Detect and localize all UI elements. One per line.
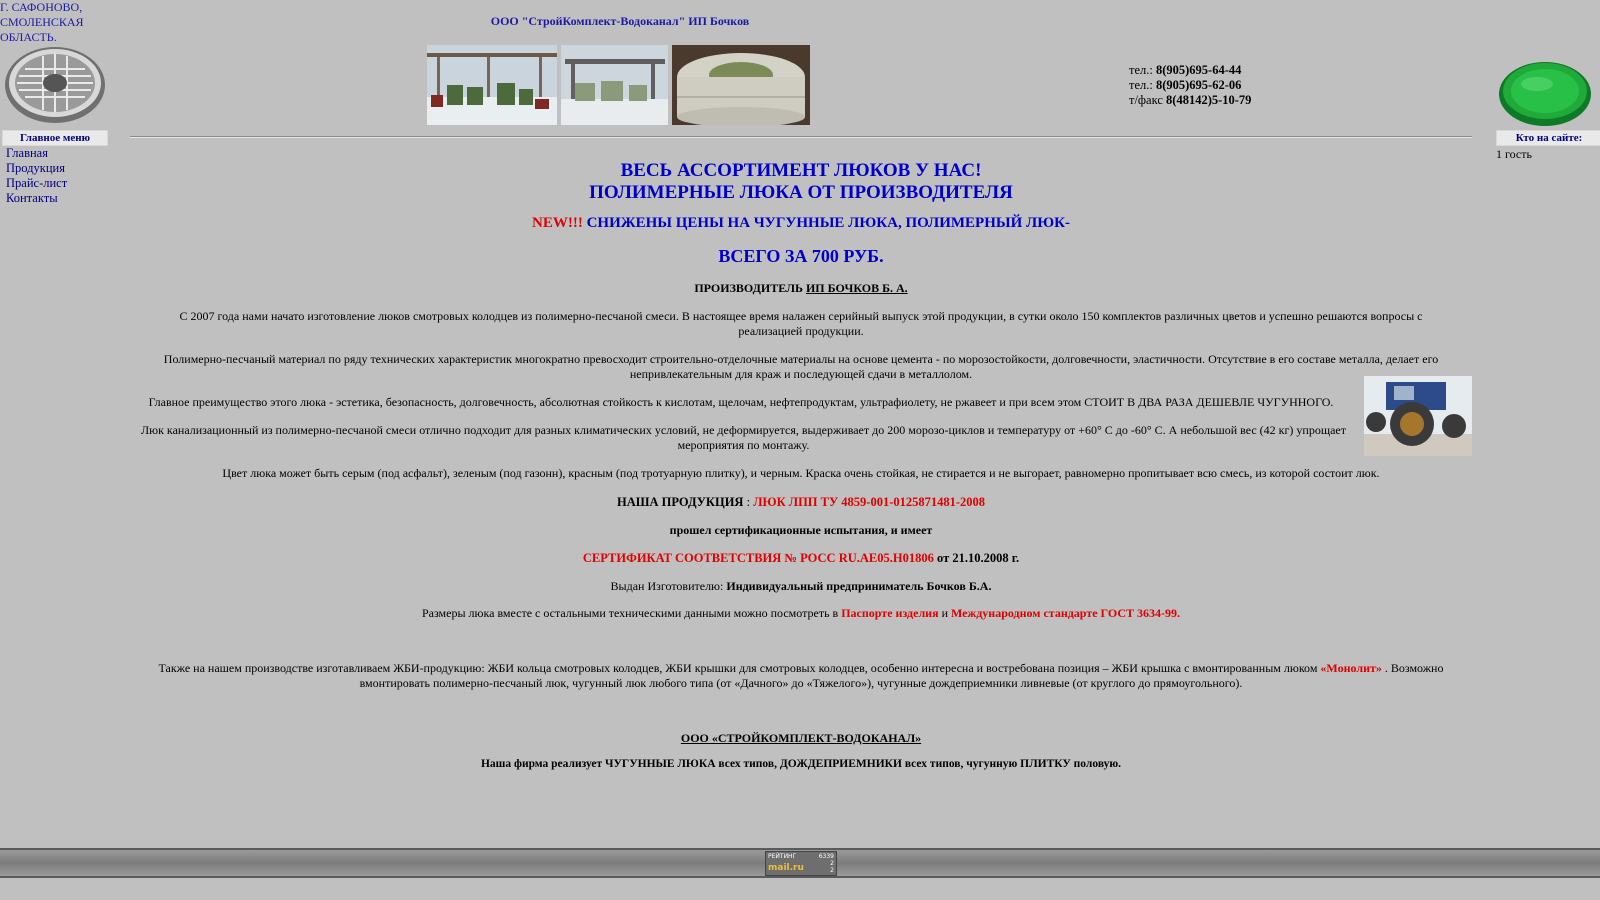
main-menu-heading: Главное меню xyxy=(2,130,108,146)
paragraph-gbi-products: Также на нашем производстве изготавливае… xyxy=(158,661,1444,690)
paragraph-colors: Цвет люка может быть серым (под асфальт)… xyxy=(222,466,1380,480)
phone-number: 8(905)695-64-44 xyxy=(1155,63,1242,77)
paragraph-advantages: Главное преимущество этого люка - эстети… xyxy=(148,395,1334,409)
product-label: НАША ПРОДУКЦИЯ xyxy=(616,495,744,509)
header-divider xyxy=(130,136,1472,138)
phone-number: 8(905)695-62-06 xyxy=(1155,78,1242,92)
passport-link[interactable]: Паспорте изделия xyxy=(841,606,938,620)
warehouse-photo-1 xyxy=(427,45,557,125)
menu-item-contacts[interactable]: Контакты xyxy=(6,191,67,206)
gray-manhole-cover-image xyxy=(5,47,105,123)
menu-item-price-list[interactable]: Прайс-лист xyxy=(6,176,67,191)
main-content: ВЕСЬ АССОРТИМЕНТ ЛЮКОВ У НАС! ПОЛИМЕРНЫЕ… xyxy=(130,160,1472,772)
fax-number: 8(48142)5-10-79 xyxy=(1166,93,1252,107)
product-line: НАША ПРОДУКЦИЯ : ЛЮК ЛПП ТУ 4859-001-012… xyxy=(616,495,986,509)
contact-line: тел.: 8(905)695-62-06 xyxy=(1129,78,1242,92)
paragraph-material: Полимерно-песчаный материал по ряду техн… xyxy=(163,352,1439,381)
certificate-line: СЕРТИФИКАТ СООТВЕТСТВИЯ № РОСС RU.АЕ05.Н… xyxy=(582,551,1020,565)
monolit-link[interactable]: «Монолит» xyxy=(1320,661,1381,675)
gost-standard-link[interactable]: Международном стандарте ГОСТ 3634-99. xyxy=(951,606,1180,620)
certification-line: прошел сертификационные испытания, и име… xyxy=(669,523,933,537)
menu-item-products[interactable]: Продукция xyxy=(6,161,67,176)
main-menu: Главная Продукция Прайс-лист Контакты xyxy=(6,146,67,206)
paragraph-climate: Люк канализационный из полимерно-песчано… xyxy=(140,423,1346,452)
who-online-heading: Кто на сайте: xyxy=(1496,130,1600,146)
firm-name: ООО «СТРОЙКОМПЛЕКТ-ВОДОКАНАЛ» xyxy=(680,731,922,745)
sizes-line: Размеры люка вместе с остальными техниче… xyxy=(421,606,1181,620)
warehouse-photo-2 xyxy=(561,45,668,125)
certificate-number: СЕРТИФИКАТ СООТВЕТСТВИЯ № РОСС RU.АЕ05.Н… xyxy=(582,551,934,565)
contact-line: тел.: 8(905)695-64-44 xyxy=(1129,63,1242,77)
price-headline: ВСЕГО ЗА 700 РУБ. xyxy=(718,246,884,266)
new-badge: NEW!!! xyxy=(532,215,583,231)
producer-line: ПРОИЗВОДИТЕЛЬ ИП БОЧКОВ Б. А. xyxy=(694,281,908,295)
new-prices-line: NEW!!! СНИЖЕНЫ ЦЕНЫ НА ЧУГУННЫЕ ЛЮКА, ПО… xyxy=(130,216,1472,231)
headline-manufacturer: ПОЛИМЕРНЫЕ ЛЮКА ОТ ПРОИЗВОДИТЕЛЯ xyxy=(589,182,1013,203)
counter-label: РЕЙТИНГ xyxy=(768,853,797,860)
contacts-block: тел.: 8(905)695-64-44 тел.: 8(905)695-62… xyxy=(1129,63,1251,108)
firm-description: Наша фирма реализует ЧУГУННЫЕ ЛЮКА всех … xyxy=(480,758,1122,770)
location-text: Г. САФОНОВО, СМОЛЕНСКАЯ ОБЛАСТЬ. xyxy=(0,0,84,44)
counter-number: 6339 xyxy=(818,853,834,860)
mailru-rating-counter[interactable]: РЕЙТИНГ 6339 mail.ru 2 2 xyxy=(765,851,837,876)
issued-line: Выдан Изготовителю: Индивидуальный предп… xyxy=(610,579,992,593)
menu-item-home[interactable]: Главная xyxy=(6,146,67,161)
online-guests-count: 1 гость xyxy=(1496,147,1532,161)
paragraph-history: С 2007 года нами начато изготовление люк… xyxy=(179,309,1423,338)
headline-assortment: ВЕСЬ АССОРТИМЕНТ ЛЮКОВ У НАС! xyxy=(620,160,982,181)
concrete-ring-photo xyxy=(672,45,810,125)
tractor-photo xyxy=(1364,376,1472,456)
new-prices-text: СНИЖЕНЫ ЦЕНЫ НА ЧУГУННЫЕ ЛЮКА, ПОЛИМЕРНЫ… xyxy=(582,215,1070,231)
green-manhole-cover-image xyxy=(1499,62,1591,126)
producer-name: ИП БОЧКОВ Б. А. xyxy=(805,281,908,295)
product-name: ЛЮК ЛПП ТУ 4859-001-0125871481-2008 xyxy=(753,495,986,509)
mailru-logo: mail.ru xyxy=(768,863,804,873)
issued-to: Индивидуальный предприниматель Бочков Б.… xyxy=(726,579,992,593)
contact-line: т/факс 8(48142)5-10-79 xyxy=(1129,93,1252,107)
company-name: ООО "СтройКомплект-Водоканал" ИП Бочков xyxy=(490,14,750,28)
